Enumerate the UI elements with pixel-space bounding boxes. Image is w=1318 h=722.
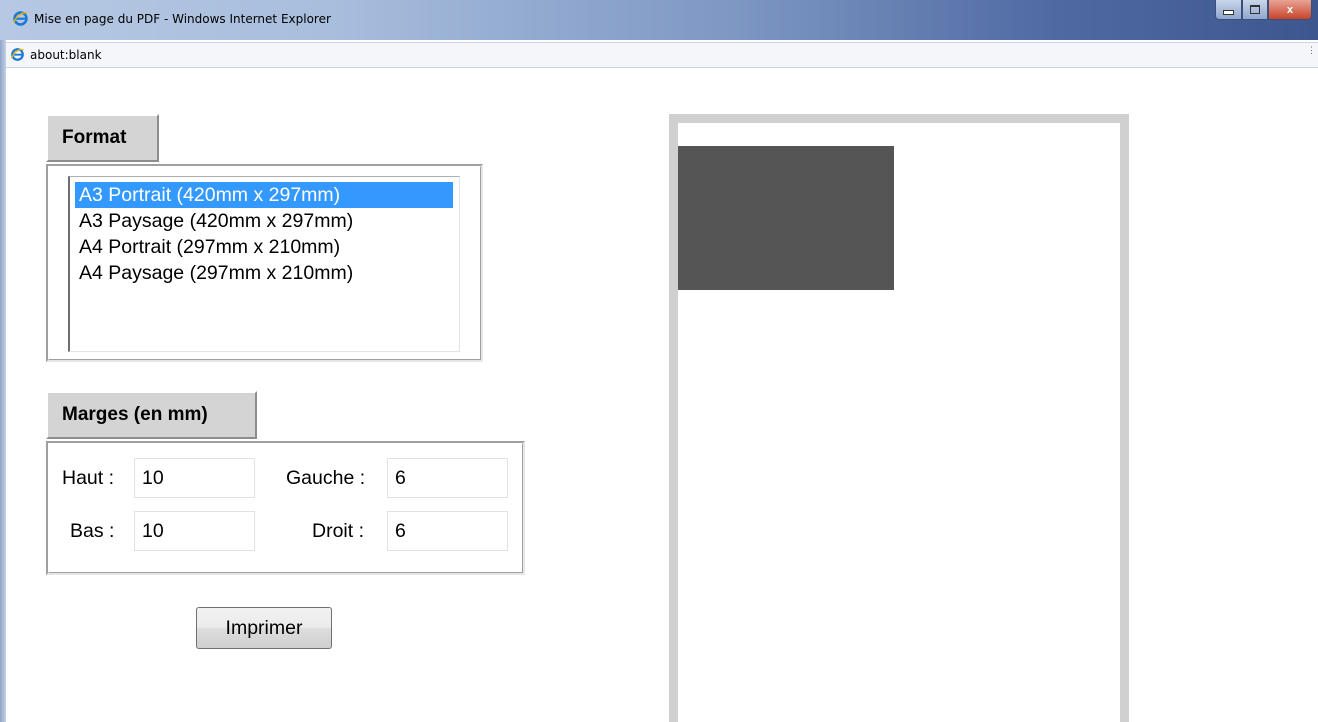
margins-legend: Marges (en mm) — [46, 391, 257, 439]
bas-field[interactable] — [134, 511, 255, 551]
page-icon — [10, 48, 24, 61]
close-button[interactable]: x — [1268, 0, 1312, 20]
gauche-label: Gauche : — [286, 467, 366, 489]
bas-label: Bas : — [70, 520, 115, 542]
print-button[interactable]: Imprimer — [196, 607, 332, 649]
format-option[interactable]: A4 Paysage (297mm x 210mm) — [75, 260, 353, 286]
gauche-field[interactable] — [387, 458, 508, 498]
format-group: A3 Portrait (420mm x 297mm) A3 Paysage (… — [46, 164, 483, 362]
haut-field[interactable] — [134, 458, 255, 498]
maximize-icon — [1250, 5, 1260, 14]
format-option[interactable]: A3 Paysage (420mm x 297mm) — [75, 208, 353, 234]
compat-view-icon[interactable]: ⋮ — [1307, 46, 1316, 55]
address-bar[interactable]: about:blank ⋮ — [6, 42, 1318, 68]
title-bar: Mise en page du PDF - Windows Internet E… — [0, 0, 1318, 40]
page-preview — [669, 114, 1129, 722]
haut-label: Haut : — [62, 467, 115, 489]
window-title: Mise en page du PDF - Windows Internet E… — [34, 12, 331, 26]
window-frame-left — [0, 40, 6, 722]
window-controls: x — [1215, 0, 1312, 22]
page-content: Format A3 Portrait (420mm x 297mm) A3 Pa… — [8, 68, 1318, 722]
preview-content-block — [678, 146, 894, 290]
close-icon: x — [1286, 3, 1294, 16]
maximize-button[interactable] — [1242, 0, 1268, 20]
address-text[interactable]: about:blank — [30, 48, 102, 62]
format-listbox[interactable]: A3 Portrait (420mm x 297mm) A3 Paysage (… — [68, 176, 460, 352]
format-option[interactable]: A4 Portrait (297mm x 210mm) — [75, 234, 340, 260]
margins-group: Haut : Gauche : Bas : Droit : — [46, 441, 525, 575]
droit-field[interactable] — [387, 511, 508, 551]
minimize-icon — [1223, 10, 1234, 15]
ie-window: Mise en page du PDF - Windows Internet E… — [0, 0, 1318, 722]
format-option[interactable]: A3 Portrait (420mm x 297mm) — [75, 182, 453, 208]
droit-label: Droit : — [312, 520, 365, 542]
minimize-button[interactable] — [1215, 0, 1242, 20]
internet-explorer-icon — [13, 11, 28, 26]
format-legend: Format — [46, 114, 159, 162]
